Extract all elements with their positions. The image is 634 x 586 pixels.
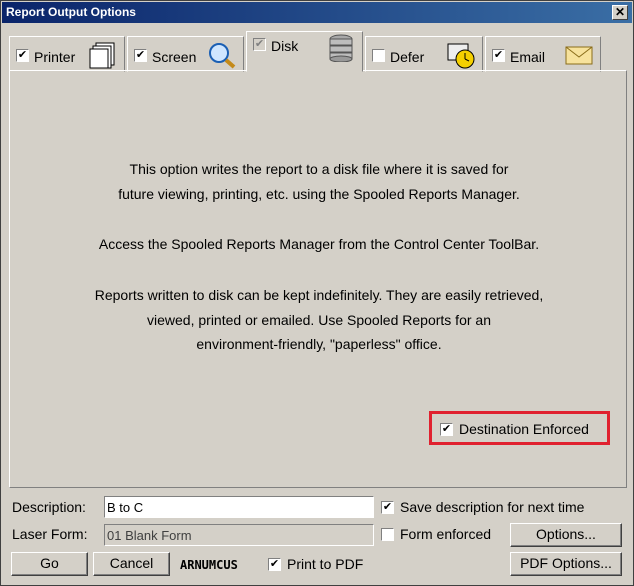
tab-printer-label: Printer	[34, 49, 76, 65]
tab-defer-label: Defer	[390, 49, 425, 65]
tab-defer[interactable]: Defer	[365, 36, 483, 72]
window-title: Report Output Options	[6, 5, 136, 19]
tab-printer[interactable]: ✔ Printer	[9, 36, 125, 72]
report-output-options-window: Report Output Options ✕ ✔ Printer ✔ Scre…	[0, 0, 634, 586]
form-enforced-checkbox[interactable]	[381, 528, 394, 541]
destination-enforced-box: ✔ Destination Enforced	[429, 411, 610, 445]
info-line-4: Reports written to disk can be kept inde…	[94, 287, 544, 303]
form-enforced-label: Form enforced	[400, 526, 492, 542]
info-line-3: Access the Spooled Reports Manager from …	[98, 236, 540, 252]
disk-checkbox[interactable]: ✔	[253, 38, 266, 51]
destination-enforced-label: Destination Enforced	[459, 421, 589, 437]
printer-checkbox[interactable]: ✔	[16, 49, 29, 62]
email-checkbox[interactable]: ✔	[492, 49, 505, 62]
info-line-5: viewed, printed or emailed. Use Spooled …	[147, 312, 491, 328]
save-description-label: Save description for next time	[400, 499, 585, 515]
defer-checkbox[interactable]	[372, 49, 385, 62]
description-label: Description:	[12, 499, 86, 515]
printer-icon	[89, 42, 115, 69]
destination-enforced-checkbox[interactable]: ✔	[440, 423, 453, 436]
info-line-1: This option writes the report to a disk …	[129, 161, 509, 177]
tab-disk-label: Disk	[271, 38, 299, 54]
magnifier-icon	[209, 43, 236, 69]
tab-disk[interactable]: ✔ Disk	[246, 31, 363, 72]
go-button[interactable]: Go	[11, 552, 88, 576]
pdf-options-button[interactable]: PDF Options...	[510, 552, 622, 576]
clock-icon	[447, 43, 475, 69]
tab-screen-label: Screen	[152, 49, 197, 65]
title-bar: Report Output Options ✕	[2, 2, 632, 23]
laser-form-label: Laser Form:	[12, 526, 88, 542]
laser-form-field[interactable]: 01 Blank Form	[104, 524, 374, 546]
options-button[interactable]: Options...	[510, 523, 622, 547]
close-button[interactable]: ✕	[612, 5, 628, 20]
print-to-pdf-label: Print to PDF	[287, 556, 364, 572]
tab-email[interactable]: ✔ Email	[485, 36, 601, 72]
info-line-2: future viewing, printing, etc. using the…	[118, 186, 520, 202]
disk-stack-icon	[329, 34, 353, 62]
envelope-icon	[565, 46, 593, 65]
tab-email-label: Email	[510, 49, 546, 65]
report-code: ARNUMCUS	[180, 558, 238, 572]
description-input[interactable]	[104, 496, 374, 518]
save-description-checkbox[interactable]: ✔	[381, 501, 394, 514]
screen-checkbox[interactable]: ✔	[134, 49, 147, 62]
print-to-pdf-checkbox[interactable]: ✔	[268, 558, 281, 571]
info-line-6: environment-friendly, "paperless" office…	[196, 336, 442, 352]
tab-screen[interactable]: ✔ Screen	[127, 36, 244, 72]
cancel-button[interactable]: Cancel	[93, 552, 170, 576]
